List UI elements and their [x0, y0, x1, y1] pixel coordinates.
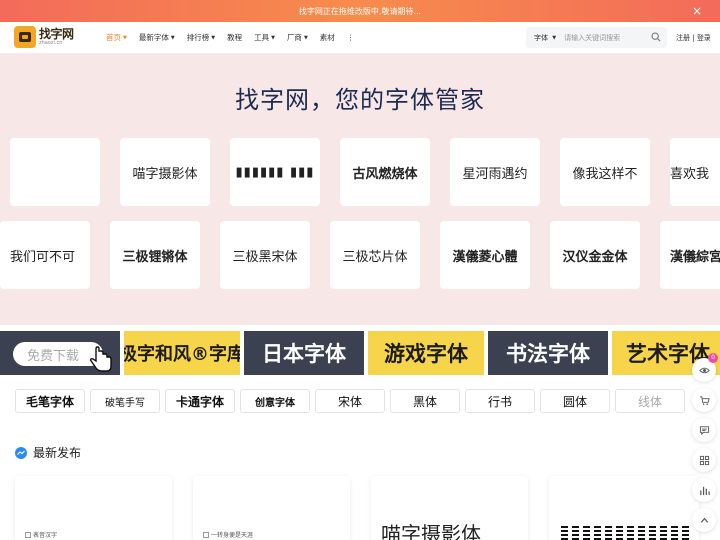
font-card[interactable]: 喵字摄影体	[120, 138, 210, 206]
font-card[interactable]: 喜欢我	[670, 138, 720, 206]
category-banner-row: 免费下载 极字和风®字库 日本字体 游戏字体 书法字体 艺术字体	[0, 331, 720, 375]
navbar: 找字网 zhaozi.cn 首页 ▼ 最新字体 ▼ 排行榜 ▼ 教程 工具 ▼ 厂商 ▼ …	[0, 22, 720, 54]
hero-title: 找字网，您的字体管家	[235, 86, 485, 114]
style-btn-line[interactable]: 线体	[615, 389, 685, 413]
font-style-filters: 毛笔字体 破笔手写 卡通字体 创意字体 宋体 黑体 行书 圆体 线体	[0, 389, 720, 413]
font-preview-image: 一转身便是天涯	[203, 530, 253, 539]
chevron-down-icon: ▼	[170, 34, 175, 41]
nav-item-materials[interactable]: 素材	[320, 32, 335, 43]
nav-item-tutorials[interactable]: 教程	[227, 32, 242, 43]
latest-font-card[interactable]: 喵字摄影体	[371, 476, 528, 540]
notice-banner: 找字网正在拖维改版中,敬请期待... ×	[0, 0, 720, 22]
apps-button[interactable]	[692, 448, 716, 472]
nav-item-home[interactable]: 首页 ▼	[106, 32, 127, 43]
style-btn-hei[interactable]: 黑体	[390, 389, 460, 413]
font-card[interactable]: ▮▮▮▮▮▮ ▮▮▮	[230, 138, 320, 206]
chevron-down-icon: ▼	[123, 34, 127, 41]
message-button[interactable]	[692, 418, 716, 442]
main-nav: 首页 ▼ 最新字体 ▼ 排行榜 ▼ 教程 工具 ▼ 厂商 ▼ 素材 ⋮	[106, 22, 366, 52]
category-tile-jizi-wafu[interactable]: 极字和风®字库	[124, 331, 240, 375]
bar-chart-icon	[699, 486, 710, 495]
latest-font-card[interactable]: 表音汉字	[15, 476, 172, 540]
chevron-up-icon	[700, 517, 708, 523]
cart-icon	[699, 395, 710, 405]
grid-icon	[699, 455, 709, 465]
pointer-hand-icon	[89, 346, 112, 372]
search-bar: 字体 ▼	[526, 27, 667, 48]
broken-image-icon	[203, 531, 209, 538]
logo-text: 找字网	[39, 27, 74, 41]
latest-font-card[interactable]	[549, 476, 699, 540]
register-link[interactable]: 注册	[676, 34, 690, 42]
style-btn-song[interactable]: 宋体	[315, 389, 385, 413]
auth-links: 注册 | 登录	[676, 34, 711, 42]
count-badge: 0	[708, 353, 718, 363]
font-card[interactable]: 我们可不可	[0, 221, 90, 289]
chevron-down-icon: ▼	[271, 34, 275, 41]
font-card[interactable]: 漢儀綜宮	[660, 221, 720, 289]
login-link[interactable]: 登录	[697, 34, 711, 42]
style-btn-broken-handwriting[interactable]: 破笔手写	[90, 389, 160, 413]
logo-domain: zhaozi.cn	[39, 40, 63, 46]
style-btn-creative[interactable]: 创意字体	[240, 389, 310, 413]
site-logo[interactable]: 找字网 zhaozi.cn	[14, 26, 74, 48]
font-preview-image: 表音汉字	[25, 530, 57, 539]
close-icon[interactable]: ×	[692, 4, 702, 18]
category-tile-game[interactable]: 游戏字体	[368, 331, 484, 375]
latest-font-card[interactable]: 一转身便是天涯	[193, 476, 350, 540]
back-to-top-button[interactable]	[692, 508, 716, 532]
more-menu-icon[interactable]: ⋮	[347, 33, 355, 42]
section-title: 最新发布	[33, 446, 82, 460]
font-card[interactable]: 像我这样不	[560, 138, 650, 206]
font-card[interactable]: 漢儀菱心體	[440, 221, 530, 289]
font-card[interactable]: 汉仪金金体	[550, 221, 640, 289]
search-type-select[interactable]: 字体 ▼	[526, 33, 556, 43]
category-tile-japanese[interactable]: 日本字体	[244, 331, 364, 375]
font-card[interactable]: 三极芯片体	[330, 221, 420, 289]
style-btn-xingshu[interactable]: 行书	[465, 389, 535, 413]
chat-icon	[699, 425, 709, 435]
chevron-down-icon: ▼	[303, 34, 308, 41]
nav-item-latest-fonts[interactable]: 最新字体 ▼	[139, 32, 175, 43]
floating-toolbar: 0	[690, 353, 718, 538]
stats-button[interactable]	[692, 478, 716, 502]
font-card[interactable]: 三极锂锵体	[110, 221, 200, 289]
font-card[interactable]: 星河雨遇约	[450, 138, 540, 206]
notice-text: 找字网正在拖维改版中,敬请期待...	[298, 6, 422, 16]
view-button[interactable]: 0	[692, 353, 718, 382]
font-preview-text: 喵字摄影体	[381, 522, 481, 540]
eye-icon	[698, 367, 710, 373]
nav-item-tools[interactable]: 工具 ▼	[254, 32, 275, 43]
font-preview-image	[561, 526, 689, 540]
search-icon[interactable]	[651, 32, 661, 42]
font-card[interactable]: 三极黑宋体	[220, 221, 310, 289]
logo-icon	[14, 26, 36, 48]
chevron-down-icon: ▼	[211, 34, 216, 41]
free-download-tile[interactable]: 免费下载	[0, 331, 120, 375]
hero-section: 找字网，您的字体管家 喵字摄影体 ▮▮▮▮▮▮ ▮▮▮ 古风燃烧体 星河雨遇约 …	[0, 54, 720, 325]
search-input[interactable]	[564, 33, 651, 42]
style-btn-cartoon[interactable]: 卡通字体	[165, 389, 235, 413]
broken-image-icon	[25, 531, 31, 538]
nav-item-rankings[interactable]: 排行榜 ▼	[187, 32, 215, 43]
category-tile-calligraphy[interactable]: 书法字体	[488, 331, 608, 375]
latest-section-header: 最新发布	[15, 444, 81, 461]
font-card[interactable]: 古风燃烧体	[340, 138, 430, 206]
font-card[interactable]	[10, 138, 100, 206]
cart-button[interactable]	[692, 388, 716, 412]
style-btn-yuan[interactable]: 圆体	[540, 389, 610, 413]
nav-item-vendors[interactable]: 厂商 ▼	[287, 32, 308, 43]
trend-icon	[15, 446, 27, 459]
style-btn-brush[interactable]: 毛笔字体	[15, 389, 85, 413]
